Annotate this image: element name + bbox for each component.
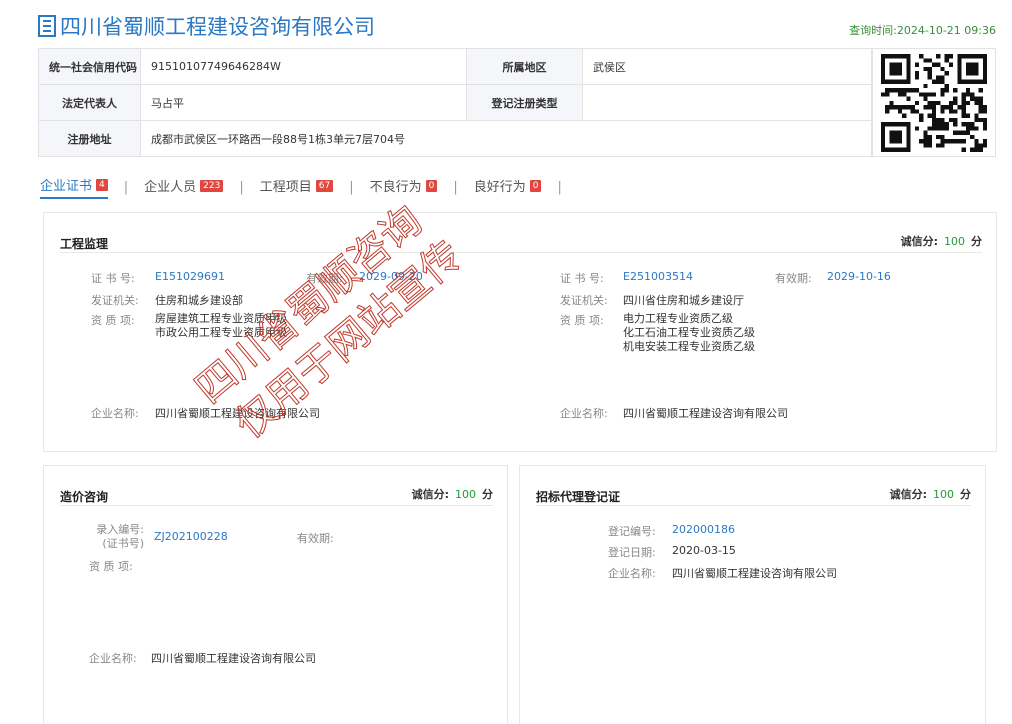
cert-no-value: E251003514 [623,270,693,283]
credit-score: 诚信分: 100 分 [889,488,971,501]
tab-personnel[interactable]: 企业人员 223 [144,176,224,198]
card-title: 工程监理 [60,237,109,251]
company-value: 四川省蜀顺工程建设咨询有限公司 [623,407,788,420]
address-value: 成都市武侯区一环路西一段88号1栋3单元7层704号 [140,120,873,157]
reg-type-label: 登记注册类型 [466,84,583,121]
card-title: 招标代理登记证 [536,490,621,504]
tab-label: 工程项目 [259,180,312,195]
cost-consulting-card: 造价咨询 诚信分: 100 分 录入编号: (证书号) ZJ202100228 有效… [43,465,508,724]
credit-code-value: 91510107749646284W [140,48,467,85]
company-label: 企业名称: [608,567,656,580]
region-value: 武侯区 [582,48,873,85]
count-badge: 0 [425,179,438,192]
card-header: 造价咨询 诚信分: 100 分 [60,480,493,506]
region-label: 所属地区 [466,48,583,85]
company-value: 四川省蜀顺工程建设咨询有限公司 [151,652,316,665]
info-row: 注册地址 成都市武侯区一环路西一段88号1栋3单元7层704号 [38,120,873,157]
cert-no-label: 证 书 号: [560,272,604,285]
qual-label: 资 质 项: [91,314,135,327]
count-badge: 0 [529,179,542,192]
reg-no-label: 登记编号: [608,525,656,538]
page-header: 四川省蜀顺工程建设咨询有限公司 查询时间:2024-10-21 09:36 [38,12,996,42]
credit-score: 诚信分: 100 分 [411,488,493,501]
valid-value: 2029-10-16 [827,270,891,283]
query-time: 查询时间:2024-10-21 09:36 [849,24,996,37]
valid-label: 有效期: [306,272,343,285]
tab-label: 企业人员 [144,180,197,195]
tab-bar: 企业证书 4 | 企业人员 223 | 工程项目 67 | 不良行为 0 | 良… [40,175,578,199]
legal-rep-label: 法定代表人 [38,84,141,121]
info-row: 法定代表人 马占平 登记注册类型 [38,84,873,121]
tab-label: 良好行为 [473,180,526,195]
tab-label: 不良行为 [369,180,422,195]
tab-label: 企业证书 [40,179,93,194]
count-badge: 67 [315,179,334,192]
info-row: 统一社会信用代码 91510107749646284W 所属地区 武侯区 [38,48,873,85]
reg-no-value: 202000186 [672,523,735,536]
company-label: 企业名称: [89,652,137,665]
tab-bad-behavior[interactable]: 不良行为 0 [370,176,438,198]
valid-label: 有效期: [297,532,334,545]
issuer-label: 发证机关: [91,294,139,307]
score-value: 100 [455,488,476,501]
company-value: 四川省蜀顺工程建设咨询有限公司 [155,407,320,420]
count-badge: 223 [200,179,224,192]
card-title: 造价咨询 [60,490,109,504]
tab-separator: | [557,179,562,195]
tab-certificates[interactable]: 企业证书 4 [40,175,108,199]
company-info-table: 统一社会信用代码 91510107749646284W 所属地区 武侯区 法定代… [38,48,873,157]
supervision-card: 工程监理 诚信分: 100 分 证 书 号: E151029691 有效期: 202… [43,212,997,452]
cert-no-label: 证 书 号: [91,272,135,285]
tab-separator: | [349,179,354,195]
credit-code-label: 统一社会信用代码 [38,48,141,85]
score-value: 100 [944,235,965,248]
qual-label: 资 质 项: [89,560,133,573]
address-label: 注册地址 [38,120,141,157]
company-label: 企业名称: [91,407,139,420]
tab-separator: | [453,179,458,195]
issuer-value: 四川省住房和城乡建设厅 [623,294,744,307]
qr-code [871,48,996,157]
score-value: 100 [933,488,954,501]
company-value: 四川省蜀顺工程建设咨询有限公司 [672,567,837,580]
company-label: 企业名称: [560,407,608,420]
legal-rep-value: 马占平 [140,84,467,121]
cert-no-value: E151029691 [155,270,225,283]
qual-value: 电力工程专业资质乙级 化工石油工程专业资质乙级 机电安装工程专业资质乙级 [623,312,755,353]
qual-label: 资 质 项: [560,314,604,327]
credit-score: 诚信分: 100 分 [900,235,982,248]
qual-value: 房屋建筑工程专业资质甲级 市政公用工程专业资质甲级 [155,312,287,339]
reg-date-label: 登记日期: [608,546,656,559]
tab-projects[interactable]: 工程项目 67 [259,176,334,198]
building-icon [38,15,56,37]
card-header: 招标代理登记证 诚信分: 100 分 [536,480,971,506]
card-header: 工程监理 诚信分: 100 分 [60,227,982,253]
reg-date-value: 2020-03-15 [672,544,736,557]
issuer-value: 住房和城乡建设部 [155,294,243,307]
entry-no-value: ZJ202100228 [154,530,228,543]
tab-separator: | [239,179,244,195]
issuer-label: 发证机关: [560,294,608,307]
valid-label: 有效期: [775,272,812,285]
tab-separator: | [123,179,129,195]
reg-type-value [582,84,873,121]
entry-no-label: 录入编号: (证书号) [96,523,144,550]
valid-value: 2029-09-20 [359,270,423,283]
tender-agency-card: 招标代理登记证 诚信分: 100 分 登记编号: 202000186 登记日期: 2… [519,465,986,724]
count-badge: 4 [96,178,108,191]
qr-code-icon [880,53,987,152]
tab-good-behavior[interactable]: 良好行为 0 [474,176,542,198]
company-title: 四川省蜀顺工程建设咨询有限公司 [60,15,375,39]
